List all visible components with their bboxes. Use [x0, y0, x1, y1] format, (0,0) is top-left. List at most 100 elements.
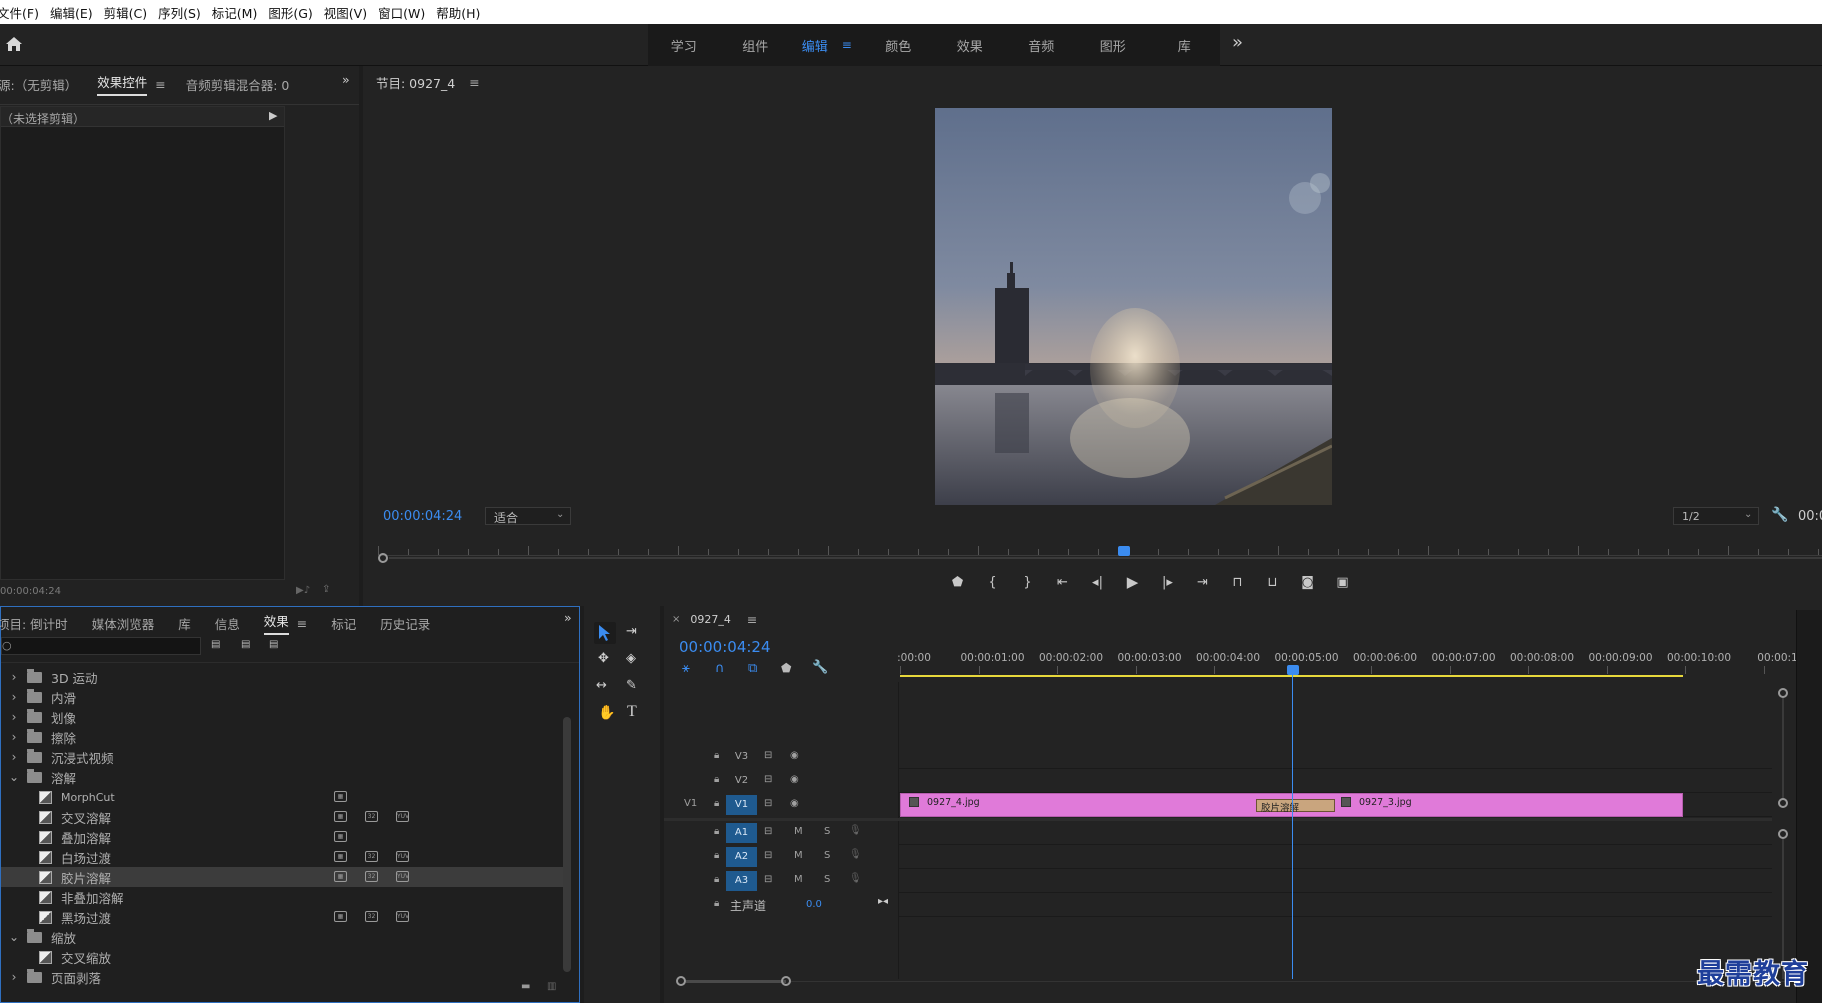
tab-source[interactable]: 源:（无剪辑） [0, 75, 77, 94]
camera-icon[interactable]: ◙ [1290, 570, 1325, 594]
effect-item[interactable]: 非叠加溶解 [1, 887, 563, 907]
effect-item[interactable]: 交叉缩放 [1, 947, 563, 967]
tab-effect-controls[interactable]: 效果控件 [97, 72, 148, 96]
workspace-editing[interactable]: 编辑 ≡ [791, 36, 863, 55]
track-target-v3[interactable]: V3 [726, 747, 757, 767]
scrub-zoom-bar[interactable] [389, 557, 1822, 559]
resolution-dropdown[interactable]: 1/2 ⌄ [1673, 507, 1759, 525]
track-target-a1[interactable]: A1 [726, 823, 757, 843]
track-target-v1[interactable]: V1 [726, 795, 757, 815]
solo-button[interactable]: S [824, 874, 830, 885]
razor-tool-icon[interactable]: ◈ [626, 651, 636, 666]
yuv-effects-icon[interactable]: ▤ [269, 639, 278, 650]
chevron-right-icon[interactable]: › [7, 750, 21, 764]
menu-sequence[interactable]: 序列(S) [158, 3, 201, 22]
lock-icon[interactable]: 🔒︎ [714, 750, 719, 761]
extract-icon[interactable]: ⊔ [1255, 570, 1290, 594]
transition-film-dissolve[interactable]: 胶片溶解 [1256, 799, 1335, 814]
effect-item[interactable]: 交叉溶解 ▦ 32 YUV [1, 807, 563, 827]
new-folder-icon[interactable]: ▬ [521, 981, 530, 992]
program-menu-icon[interactable]: ≡ [469, 75, 479, 90]
effects-search-input[interactable]: ○ [1, 637, 201, 655]
tab-info[interactable]: 信息 [215, 614, 240, 633]
chevron-down-icon[interactable]: ⌄ [7, 930, 21, 944]
video-scroll-handle-bottom[interactable] [1778, 798, 1788, 808]
effect-item[interactable]: 叠加溶解 ▦ [1, 827, 563, 847]
effect-item[interactable]: MorphCut ▦ [1, 787, 563, 807]
effect-folder[interactable]: › 划像 [1, 707, 563, 727]
workspace-graphics[interactable]: 图形 [1077, 36, 1149, 55]
solo-button[interactable]: S [824, 850, 830, 861]
solo-button[interactable]: S [824, 826, 830, 837]
tab-menu-icon[interactable]: ≡ [297, 616, 307, 631]
effect-item[interactable]: 白场过渡 ▦ 32 YUV [1, 847, 563, 867]
wrench-icon[interactable]: 🔧 [1771, 507, 1788, 523]
sync-lock-icon[interactable]: ⊟ [764, 874, 772, 885]
nest-icon[interactable]: ⚹ [682, 661, 690, 676]
zoom-bar[interactable] [686, 980, 786, 983]
32bit-effects-icon[interactable]: ▤ [241, 639, 250, 650]
lock-icon[interactable]: 🔒︎ [714, 826, 719, 837]
zoom-handle-left[interactable] [676, 976, 686, 986]
lock-icon[interactable]: 🔒︎ [714, 850, 719, 861]
ripple-edit-tool-icon[interactable]: ✥ [598, 651, 609, 666]
menu-clip[interactable]: 剪辑(C) [104, 3, 147, 22]
tab-media-browser[interactable]: 媒体浏览器 [92, 614, 155, 633]
track-target-a3[interactable]: A3 [726, 871, 757, 891]
effect-folder[interactable]: ⌄ 缩放 [1, 927, 563, 947]
lock-icon[interactable]: 🔒︎ [714, 898, 719, 909]
panel-overflow-icon[interactable]: » [342, 72, 350, 87]
zoom-handle-right[interactable] [781, 976, 791, 986]
scrub-zoom-handle[interactable] [378, 553, 388, 563]
chevron-right-icon[interactable]: › [7, 710, 21, 724]
master-volume-value[interactable]: 0.0 [806, 899, 822, 910]
chevron-right-icon[interactable]: › [7, 970, 21, 984]
linked-selection-icon[interactable]: ⧉ [748, 661, 757, 676]
sync-lock-icon[interactable]: ⊟ [764, 750, 772, 761]
type-tool-icon[interactable]: T [627, 703, 637, 721]
track-target-a2[interactable]: A2 [726, 847, 757, 867]
video-vertical-scrollbar[interactable] [1782, 698, 1784, 798]
effect-folder[interactable]: › 页面剥落 [1, 967, 563, 987]
effect-folder[interactable]: › 沉浸式视频 [1, 747, 563, 767]
effect-folder[interactable]: › 内滑 [1, 687, 563, 707]
accelerated-effects-icon[interactable]: ▤ [211, 639, 220, 650]
export-icon[interactable]: ⇪ [322, 584, 330, 595]
program-title[interactable]: 节目: 0927_4 [376, 73, 455, 92]
sync-lock-icon[interactable]: ⊟ [764, 850, 772, 861]
video-scroll-handle-top[interactable] [1778, 688, 1788, 698]
panel-overflow-icon[interactable]: » [564, 610, 572, 625]
eye-icon[interactable]: ◉ [790, 774, 799, 785]
eye-icon[interactable]: ◉ [790, 798, 799, 809]
mute-button[interactable]: M [794, 826, 803, 837]
step-forward-icon[interactable]: |▸ [1150, 570, 1185, 594]
comparison-view-icon[interactable]: ▣ [1325, 570, 1360, 594]
effect-folder[interactable]: ⌄ 溶解 [1, 767, 563, 787]
snap-icon[interactable]: ∩ [715, 661, 725, 676]
source-patch-v1[interactable]: V1 [684, 798, 697, 809]
chevron-right-icon[interactable]: › [7, 670, 21, 684]
effects-scrollbar[interactable] [563, 717, 571, 972]
play-icon[interactable]: ▶ [1115, 570, 1150, 594]
effect-folder[interactable]: › 擦除 [1, 727, 563, 747]
add-marker-icon[interactable]: ⬟ [940, 570, 975, 594]
add-marker-icon[interactable]: ⬟ [781, 661, 791, 675]
tab-project[interactable]: 项目: 倒计时 [0, 614, 68, 633]
pen-tool-icon[interactable]: ✎ [626, 678, 637, 693]
effect-item[interactable]: 黑场过渡 ▦ 32 YUV [1, 907, 563, 927]
menu-edit[interactable]: 编辑(E) [50, 3, 93, 22]
go-to-end-icon[interactable]: ▸◂ [878, 896, 888, 907]
effect-item[interactable]: 胶片溶解 ▦ 32 YUV [1, 867, 563, 887]
workspace-assembly[interactable]: 组件 [720, 36, 792, 55]
eye-icon[interactable]: ◉ [790, 750, 799, 761]
workspace-audio[interactable]: 音频 [1006, 36, 1078, 55]
tab-audio-clip-mixer[interactable]: 音频剪辑混合器: 0 [186, 75, 290, 94]
menu-graphics[interactable]: 图形(G) [268, 3, 312, 22]
hamburger-icon[interactable]: ≡ [842, 38, 852, 52]
home-icon[interactable] [4, 34, 24, 54]
workspace-effects[interactable]: 效果 [934, 36, 1006, 55]
workspace-libraries[interactable]: 库 [1149, 36, 1221, 55]
selection-tool-icon[interactable] [598, 624, 612, 642]
timeline-playhead-marker[interactable] [1287, 665, 1299, 675]
workspace-learn[interactable]: 学习 [648, 36, 720, 55]
